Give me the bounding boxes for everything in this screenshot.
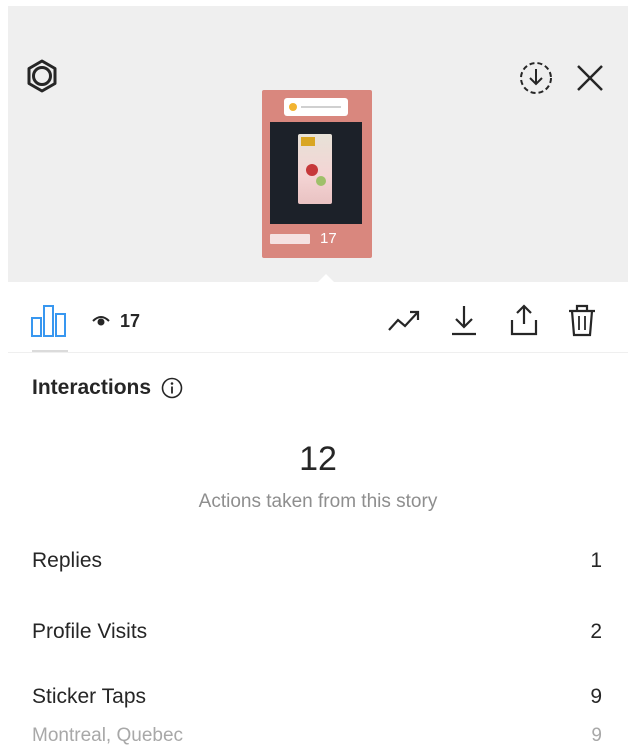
boost-button[interactable] [386,302,422,338]
interactions-caption: Actions taken from this story [198,491,438,512]
settings-icon [27,59,57,93]
story-insights-screen: 17 17 Interactions 12 Actions taken from… [8,0,628,751]
story-thumbnail[interactable]: 17 [262,90,372,258]
share-button[interactable] [506,302,542,338]
share-icon [510,304,538,336]
eye-icon [92,316,110,326]
boost-icon [388,310,420,331]
thumbnail-footer: 17 [270,230,366,250]
story-preview-area: 17 [8,6,628,286]
save-story-icon [520,62,552,94]
snack-bag-image [298,134,332,204]
info-icon[interactable] [161,377,183,399]
divider [8,352,628,353]
view-count: 17 [120,310,141,331]
interactions-heading: Interactions [32,376,183,400]
story-photo [270,122,362,224]
interaction-row-profile-visits: Profile Visits 2 [32,620,602,648]
thumbnail-view-count: 17 [320,230,337,247]
interaction-row-sticker-taps: Sticker Taps 9 [32,685,602,713]
close-icon [577,65,603,91]
insights-icon [31,305,66,337]
delete-button[interactable] [564,302,600,338]
row-value: 9 [591,725,602,746]
delete-icon [569,304,595,337]
download-icon [452,306,476,336]
insights-tab[interactable] [30,302,68,338]
story-toolbar: 17 [8,282,628,352]
download-button[interactable] [446,302,482,338]
save-story-button[interactable] [516,58,556,98]
row-label: Sticker Taps [32,685,146,708]
interactions-total: 12 [299,440,337,478]
interaction-row-location-sticker: Montreal, Quebec 9 [32,725,602,753]
viewers-button[interactable]: 17 [92,310,140,332]
row-label: Montreal, Quebec [32,725,184,746]
interactions-title: Interactions [32,376,152,399]
row-value: 9 [590,685,602,708]
settings-button[interactable] [22,56,62,96]
row-value: 2 [590,620,602,643]
row-label: Profile Visits [32,620,148,643]
reply-bubble [284,98,348,116]
emoji-icon [289,103,297,111]
row-label: Replies [32,549,103,572]
interaction-row-replies: Replies 1 [32,549,602,577]
location-sticker [270,234,310,244]
row-value: 1 [590,549,602,572]
close-button[interactable] [572,60,608,96]
